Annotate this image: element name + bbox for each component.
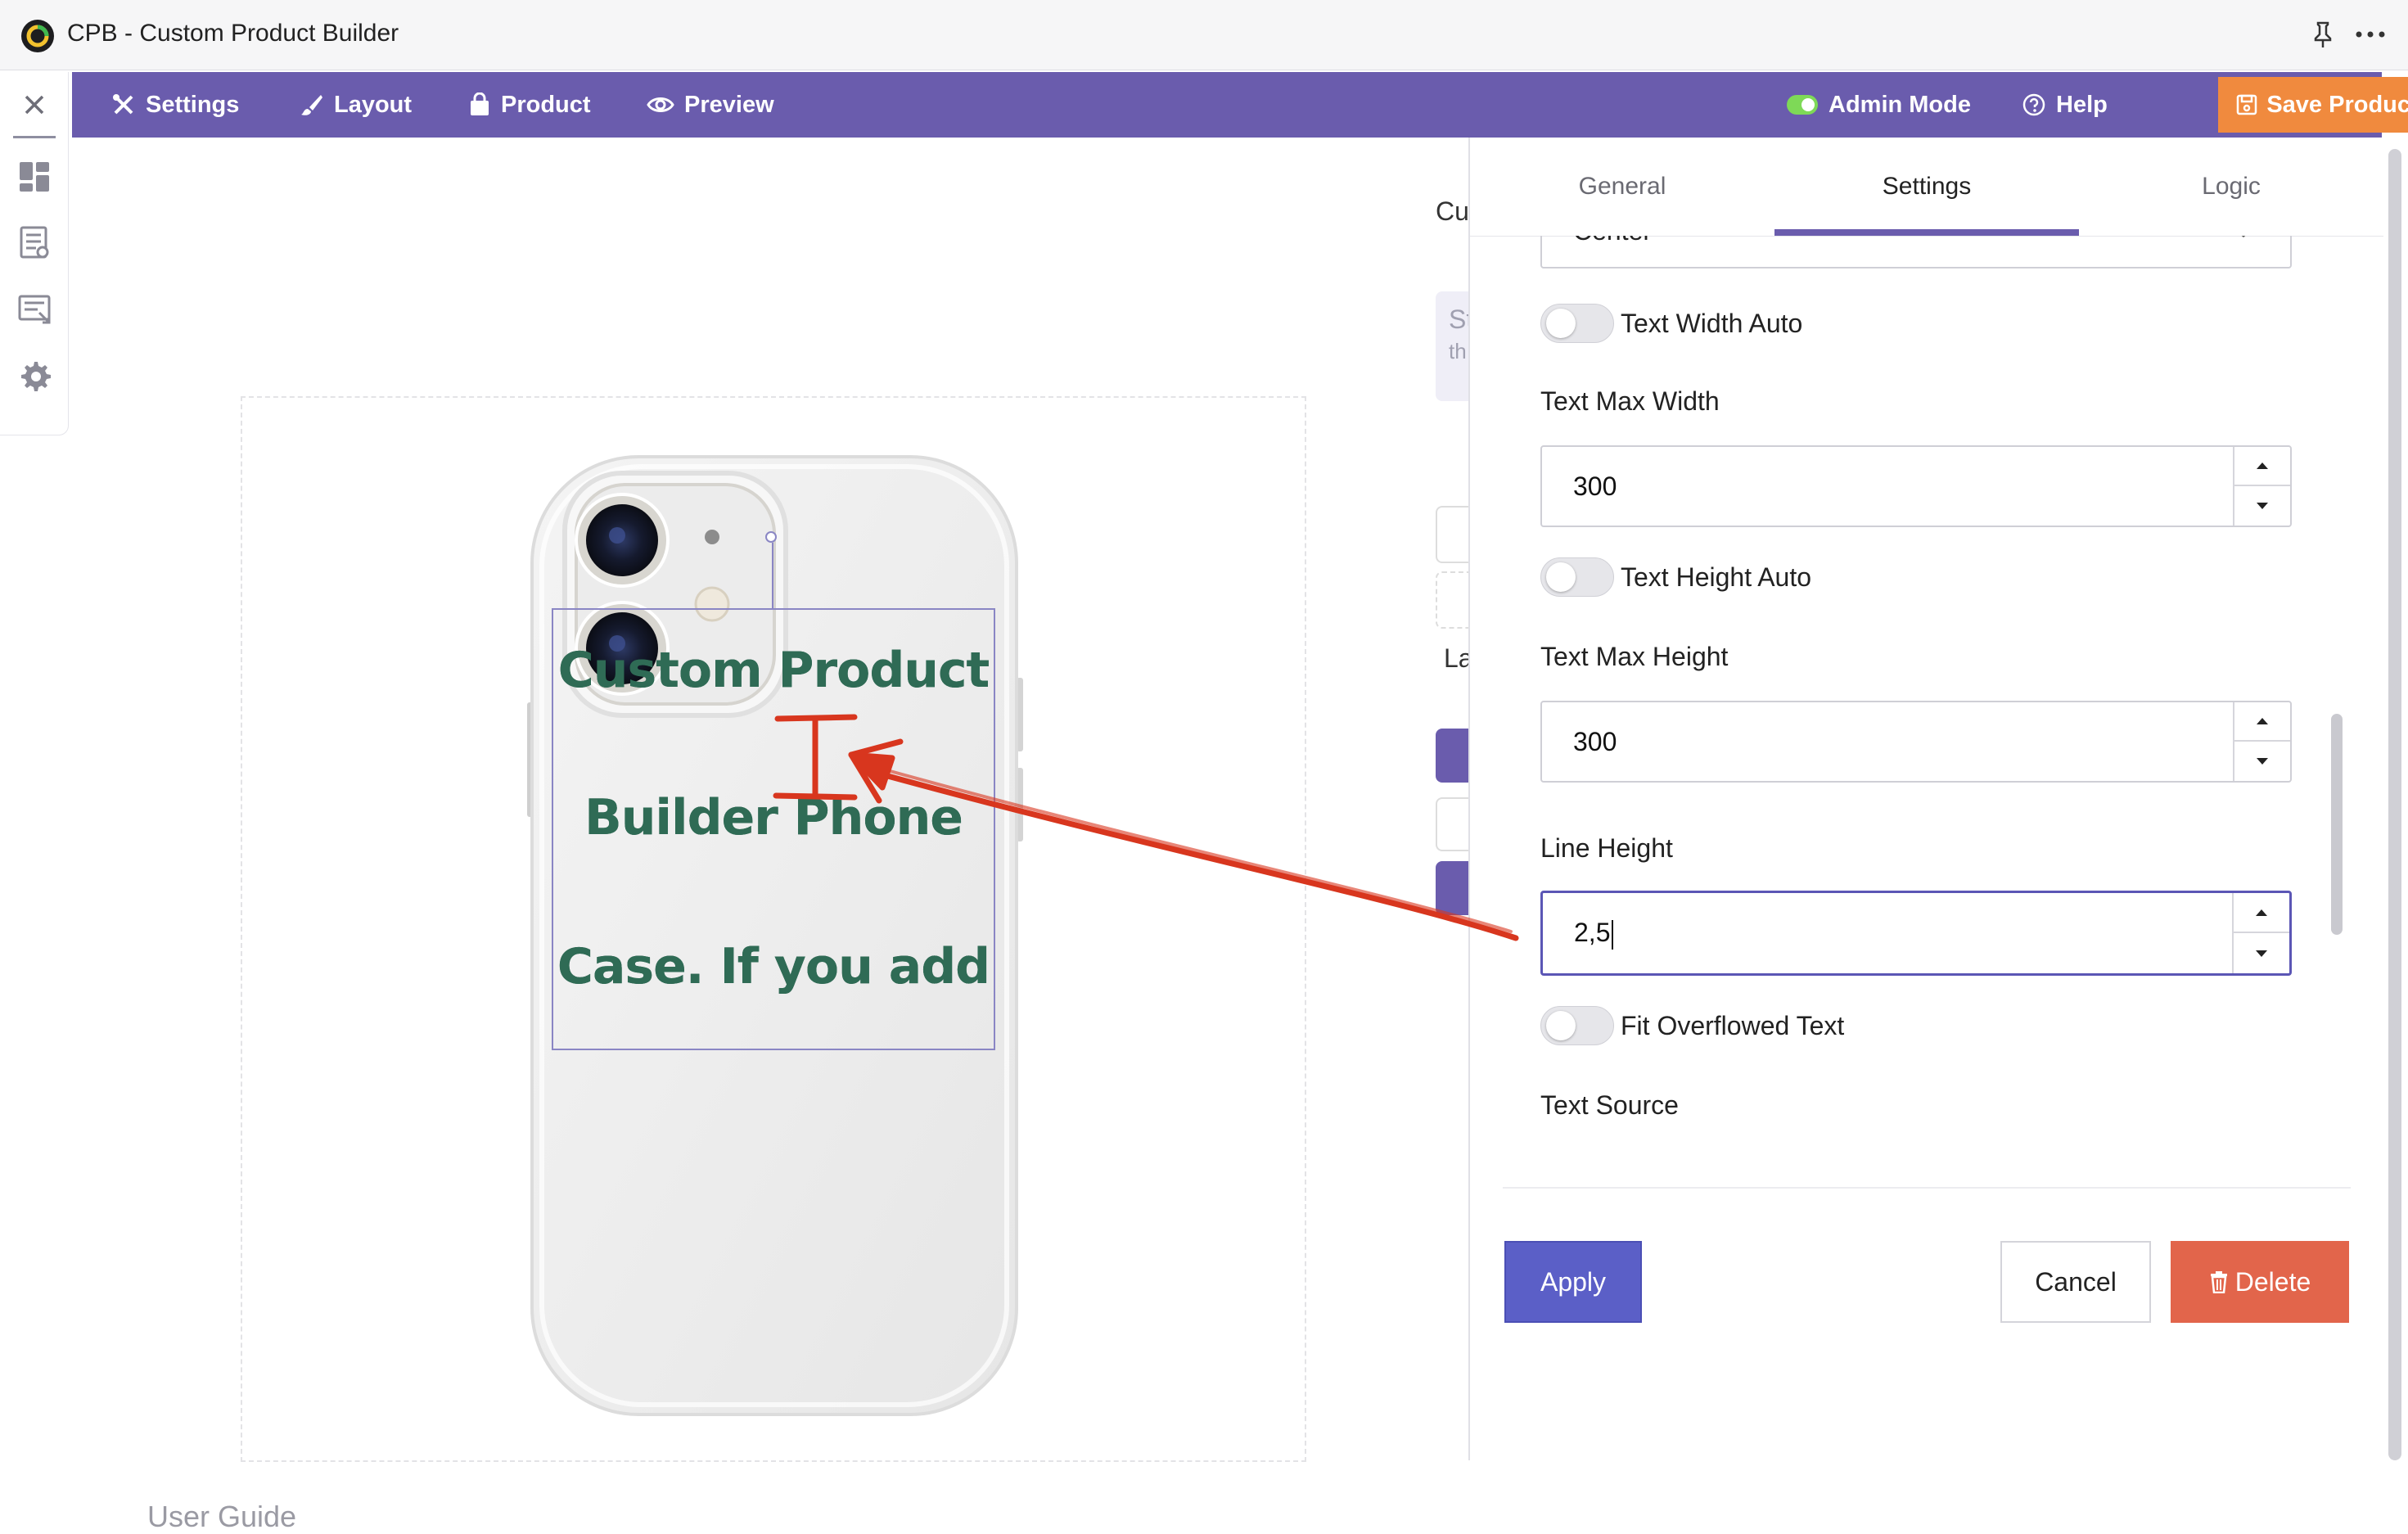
text-width-auto-toggle[interactable] — [1540, 304, 1614, 343]
window-titlebar: CPB - Custom Product Builder — [0, 0, 2408, 70]
delete-button[interactable]: Delete — [2171, 1241, 2349, 1323]
user-guide-link[interactable]: User Guide — [147, 1500, 296, 1534]
footer-divider — [1503, 1187, 2351, 1189]
fit-overflowed-label: Fit Overflowed Text — [1621, 1010, 1845, 1040]
tab-general[interactable]: General — [1470, 138, 1774, 236]
text-width-auto-row: Text Width Auto — [1540, 303, 1802, 344]
trash-icon — [2210, 1271, 2227, 1293]
save-product-button[interactable]: Save Product — [2218, 77, 2408, 133]
toolbar-layout-label: Layout — [334, 91, 413, 118]
text-height-auto-label: Text Height Auto — [1621, 562, 1812, 592]
floppy-disk-icon — [2237, 94, 2257, 115]
tools-icon — [113, 94, 133, 115]
text-align-select[interactable]: Center — [1540, 236, 2292, 268]
canvas-text-line: Builder Phone — [584, 789, 963, 846]
help-label: Help — [2056, 91, 2108, 118]
panel-tabs: General Settings Logic — [1470, 138, 2383, 237]
toolbar-preview-button[interactable]: Preview — [647, 72, 774, 138]
triangle-down-icon — [2257, 503, 2268, 509]
text-max-width-label: Text Max Width — [1540, 386, 1720, 416]
text-height-auto-row: Text Height Auto — [1540, 557, 1811, 598]
line-height-label: Line Height — [1540, 833, 1673, 863]
text-width-auto-label: Text Width Auto — [1621, 308, 1803, 338]
apply-button[interactable]: Apply — [1504, 1241, 1642, 1323]
canvas-text-line: Custom Product — [557, 642, 990, 699]
window-title: CPB - Custom Product Builder — [67, 20, 399, 47]
rail-active-indicator — [13, 136, 56, 138]
fit-overflowed-row: Fit Overflowed Text — [1540, 1005, 1844, 1046]
eye-icon — [647, 97, 674, 112]
triangle-up-icon — [2257, 462, 2268, 469]
line-height-value-wrap: 2,5 — [1574, 918, 1614, 950]
number-spinner — [2232, 893, 2289, 973]
admin-mode-label: Admin Mode — [1829, 91, 1971, 118]
tab-logic[interactable]: Logic — [2079, 138, 2383, 236]
background-fragment: th — [1449, 339, 1467, 363]
toolbar-product-label: Product — [501, 91, 591, 118]
rotate-handle[interactable] — [765, 531, 777, 543]
app-logo-icon — [21, 20, 54, 52]
number-spinner — [2233, 447, 2290, 526]
dashboard-icon[interactable] — [16, 159, 52, 195]
shopping-bag-icon — [471, 92, 489, 115]
chevron-down-icon — [2241, 236, 2246, 237]
text-max-width-value: 300 — [1573, 471, 1617, 501]
window-scrollbar-thumb[interactable] — [2388, 149, 2401, 1460]
tab-settings[interactable]: Settings — [1774, 138, 2079, 236]
active-tab-indicator — [1774, 229, 2079, 236]
pin-icon[interactable] — [2308, 16, 2338, 52]
admin-mode-toggle[interactable]: Admin Mode — [1786, 72, 1971, 138]
settings-scroll-area[interactable]: Center Text Width Auto Text Max Width 30… — [1503, 236, 2334, 1292]
toggle-on-icon — [1787, 95, 1818, 115]
main-toolbar: Settings Layout Product Preview Admin Mo… — [72, 72, 2408, 138]
increment-button[interactable] — [2234, 893, 2289, 933]
save-product-label: Save Product — [2266, 91, 2408, 118]
decrement-button[interactable] — [2234, 486, 2290, 526]
brush-icon — [301, 95, 322, 115]
left-rail — [0, 72, 69, 435]
text-max-height-label: Text Max Height — [1540, 642, 1729, 671]
gear-icon[interactable] — [16, 359, 52, 395]
text-cursor — [1612, 919, 1614, 950]
triangle-down-icon — [2257, 758, 2268, 765]
help-button[interactable]: Help — [2022, 72, 2108, 138]
design-canvas: Custom Product Builder Phone Case. If yo… — [72, 138, 1485, 1533]
form-icon[interactable] — [16, 291, 52, 327]
element-settings-panel: General Settings Logic Center Text Width… — [1468, 138, 2383, 1460]
delete-label: Delete — [2234, 1266, 2311, 1297]
toolbar-layout-button[interactable]: Layout — [300, 72, 412, 138]
decrement-button[interactable] — [2234, 742, 2290, 781]
cancel-button[interactable]: Cancel — [2000, 1241, 2151, 1323]
text-max-width-input[interactable]: 300 — [1540, 445, 2292, 527]
text-max-height-value: 300 — [1573, 727, 1617, 756]
toolbar-settings-button[interactable]: Settings — [111, 72, 239, 138]
list-icon[interactable] — [16, 224, 52, 260]
text-max-height-input[interactable]: 300 — [1540, 701, 2292, 783]
toolbar-product-button[interactable]: Product — [468, 72, 591, 138]
rotate-handle-line — [772, 543, 773, 608]
increment-button[interactable] — [2234, 447, 2290, 486]
fit-overflowed-toggle[interactable] — [1540, 1006, 1614, 1045]
more-options-icon[interactable] — [2351, 16, 2390, 52]
background-fragment: Cu — [1436, 196, 1469, 226]
text-source-label: Text Source — [1540, 1090, 1679, 1120]
text-align-value: Center — [1573, 236, 1652, 246]
text-height-auto-toggle[interactable] — [1540, 557, 1614, 597]
number-spinner — [2233, 702, 2290, 781]
question-circle-icon — [2022, 93, 2045, 116]
decrement-button[interactable] — [2234, 933, 2289, 973]
triangle-up-icon — [2257, 718, 2268, 724]
panel-scrollbar-thumb[interactable] — [2331, 714, 2343, 935]
increment-button[interactable] — [2234, 702, 2290, 742]
line-height-value: 2,5 — [1574, 918, 1611, 947]
close-icon[interactable] — [16, 87, 52, 123]
triangle-down-icon — [2256, 950, 2267, 957]
toolbar-settings-label: Settings — [146, 91, 240, 118]
canvas-text-line: Case. If you add — [557, 938, 990, 995]
triangle-up-icon — [2256, 909, 2267, 916]
toolbar-preview-label: Preview — [684, 91, 774, 118]
line-height-input[interactable]: 2,5 — [1540, 891, 2292, 976]
